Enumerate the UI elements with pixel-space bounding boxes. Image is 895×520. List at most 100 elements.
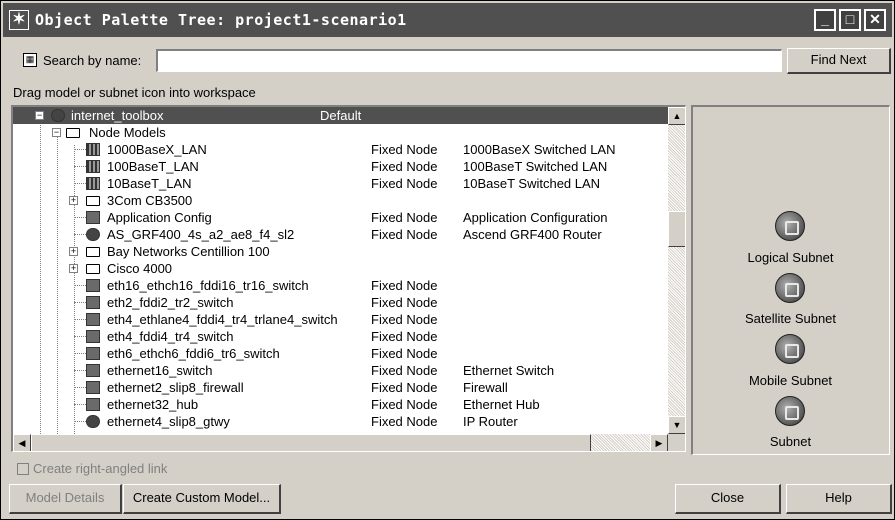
- model-type: Fixed Node: [371, 380, 438, 395]
- tree-line: [74, 302, 86, 303]
- model-type: Fixed Node: [371, 346, 438, 361]
- close-window-button[interactable]: ✕: [864, 9, 886, 31]
- router-icon: [86, 228, 100, 241]
- tree-folder-label: Node Models: [89, 125, 166, 140]
- model-name: AS_GRF400_4s_a2_ae8_f4_sl2: [107, 227, 295, 242]
- switch-icon: [86, 347, 100, 360]
- model-type: Fixed Node: [371, 210, 438, 225]
- model-name: Bay Networks Centillion 100: [107, 244, 270, 259]
- tree-row[interactable]: ethernet16_switch Fixed Node Ethernet Swit…: [13, 362, 668, 379]
- folder-open-icon: [66, 128, 80, 138]
- minimize-button[interactable]: _: [814, 9, 836, 31]
- tree-line: [74, 285, 86, 286]
- help-button[interactable]: Help: [786, 484, 892, 514]
- drag-hint: Drag model or subnet icon into workspace: [13, 85, 256, 100]
- tree-row[interactable]: eth16_ethch16_fddi16_tr16_switch Fixed No…: [13, 277, 668, 294]
- expand-icon[interactable]: +: [69, 196, 78, 205]
- tree-row[interactable]: eth4_fddi4_tr4_switch Fixed Node: [13, 328, 668, 345]
- model-type: Fixed Node: [371, 278, 438, 293]
- list-view-icon[interactable]: ▦: [23, 53, 37, 67]
- model-name: eth4_fddi4_tr4_switch: [107, 329, 234, 344]
- scroll-right-icon[interactable]: ▶: [650, 434, 668, 451]
- lan-icon: [86, 160, 100, 173]
- tree-line: [74, 421, 86, 422]
- folder-icon: [86, 196, 100, 206]
- tree-row[interactable]: 100BaseT_LAN Fixed Node 100BaseT Switched …: [13, 158, 668, 175]
- tree-folder-row[interactable]: − Node Models: [13, 124, 668, 141]
- folder-icon: [86, 264, 100, 274]
- close-button[interactable]: Close: [675, 484, 781, 514]
- tree-row[interactable]: + Cisco 4000: [13, 260, 668, 277]
- tree-row[interactable]: ethernet32_hub Fixed Node Ethernet Hub: [13, 396, 668, 413]
- model-description: Ethernet Switch: [463, 363, 555, 378]
- scroll-down-icon[interactable]: ▼: [668, 416, 685, 434]
- right-angled-link-checkbox[interactable]: [17, 463, 29, 475]
- lan-icon: [86, 177, 100, 190]
- switch-icon: [86, 364, 100, 377]
- tree-root-label: internet_toolbox: [71, 108, 164, 123]
- scroll-corner: [668, 434, 685, 451]
- model-name: ethernet16_switch: [107, 363, 213, 378]
- model-description: 100BaseT Switched LAN: [463, 159, 608, 174]
- subnet-label: Satellite Subnet: [744, 311, 837, 326]
- model-description: 1000BaseX Switched LAN: [463, 142, 616, 157]
- expand-icon[interactable]: +: [69, 247, 78, 256]
- collapse-icon[interactable]: −: [35, 111, 44, 120]
- tree-root-default: Default: [320, 108, 362, 123]
- mobile-subnet-icon[interactable]: [775, 334, 805, 364]
- subnet-label: Mobile Subnet: [748, 373, 833, 388]
- switch-icon: [86, 313, 100, 326]
- horizontal-scrollbar[interactable]: ◀ ▶: [13, 434, 668, 451]
- find-next-button[interactable]: Find Next: [787, 48, 891, 74]
- subnet-icon[interactable]: [775, 396, 805, 426]
- tree-row[interactable]: eth6_ethch6_fddi6_tr6_switch Fixed Node: [13, 345, 668, 362]
- model-name: 100BaseT_LAN: [107, 159, 199, 174]
- search-input[interactable]: [156, 49, 782, 72]
- right-angled-link-label: Create right-angled link: [33, 461, 168, 476]
- model-name: ethernet32_hub: [107, 397, 199, 412]
- model-name: eth6_ethch6_fddi6_tr6_switch: [107, 346, 280, 361]
- star-icon: ✶: [9, 10, 29, 30]
- title-bar[interactable]: ✶ Object Palette Tree: project1-scenario…: [3, 3, 892, 37]
- switch-icon: [86, 296, 100, 309]
- config-icon: [86, 211, 100, 224]
- model-description: 10BaseT Switched LAN: [463, 176, 601, 191]
- model-description: Ethernet Hub: [463, 397, 540, 412]
- model-name: ethernet4_slip8_gtwy: [107, 414, 230, 429]
- tree-row[interactable]: + Bay Networks Centillion 100: [13, 243, 668, 260]
- collapse-icon[interactable]: −: [52, 128, 61, 137]
- tree-line: [74, 183, 86, 184]
- satellite-subnet-icon[interactable]: [775, 273, 805, 303]
- object-palette-window: ✶ Object Palette Tree: project1-scenario…: [0, 0, 895, 520]
- tree-row[interactable]: ethernet2_slip8_firewall Fixed Node Firewa…: [13, 379, 668, 396]
- router-icon: [86, 415, 100, 428]
- model-tree[interactable]: − internet_toolbox Default − Node Models…: [11, 105, 686, 452]
- model-type: Fixed Node: [371, 363, 438, 378]
- tree-row[interactable]: 10BaseT_LAN Fixed Node 10BaseT Switched LA…: [13, 175, 668, 192]
- model-type: Fixed Node: [371, 159, 438, 174]
- expand-icon[interactable]: +: [69, 264, 78, 273]
- horizontal-scroll-thumb[interactable]: [31, 434, 591, 451]
- subnet-panel: Logical Subnet Satellite Subnet Mobile S…: [691, 105, 890, 455]
- tree-row[interactable]: AS_GRF400_4s_a2_ae8_f4_sl2 Fixed Node Asce…: [13, 226, 668, 243]
- model-type: Fixed Node: [371, 227, 438, 242]
- tree-line: [74, 319, 86, 320]
- vertical-scrollbar[interactable]: ▲ ▼: [668, 107, 685, 434]
- toolbox-icon: [51, 109, 65, 122]
- tree-row[interactable]: ethernet4_slip8_gtwy Fixed Node IP Router: [13, 413, 668, 430]
- tree-row[interactable]: Application Config Fixed Node Application …: [13, 209, 668, 226]
- scroll-up-icon[interactable]: ▲: [668, 107, 685, 125]
- tree-row[interactable]: eth2_fddi2_tr2_switch Fixed Node: [13, 294, 668, 311]
- maximize-button[interactable]: □: [839, 9, 861, 31]
- subnet-label: Subnet: [769, 434, 812, 449]
- tree-row[interactable]: 1000BaseX_LAN Fixed Node 1000BaseX Switche…: [13, 141, 668, 158]
- vertical-scroll-thumb[interactable]: [668, 211, 685, 247]
- model-details-button[interactable]: Model Details: [9, 484, 122, 514]
- scroll-left-icon[interactable]: ◀: [13, 434, 31, 451]
- tree-root-row[interactable]: − internet_toolbox Default: [13, 107, 668, 124]
- tree-row[interactable]: eth4_ethlane4_fddi4_tr4_trlane4_switch Fi…: [13, 311, 668, 328]
- logical-subnet-icon[interactable]: [775, 211, 805, 241]
- create-custom-model-button[interactable]: Create Custom Model...: [123, 484, 281, 514]
- tree-row[interactable]: +3Com CB3500: [13, 192, 668, 209]
- lan-icon: [86, 143, 100, 156]
